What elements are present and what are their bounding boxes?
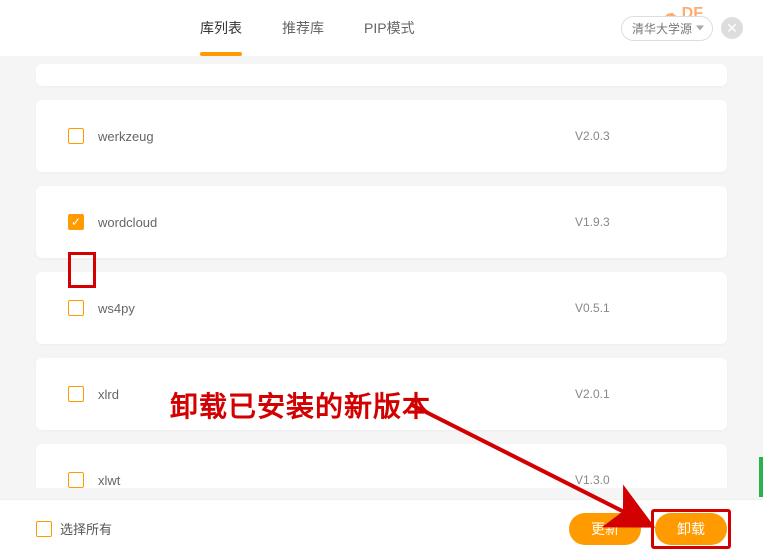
library-name: werkzeug xyxy=(98,129,575,144)
checkbox[interactable] xyxy=(68,128,84,144)
library-version: V0.5.1 xyxy=(575,301,695,315)
library-version: V1.3.0 xyxy=(575,473,695,487)
library-name: ws4py xyxy=(98,301,575,316)
library-name: xlwt xyxy=(98,473,575,488)
list-item: werkzeug V2.0.3 xyxy=(36,100,727,172)
checkbox[interactable] xyxy=(68,214,84,230)
library-version: V1.9.3 xyxy=(575,215,695,229)
tab-pip-mode[interactable]: PIP模式 xyxy=(364,0,415,56)
uninstall-button[interactable]: 卸载 xyxy=(655,513,727,545)
decorative-edge xyxy=(759,457,763,497)
select-all-label: 选择所有 xyxy=(60,519,555,538)
checkbox[interactable] xyxy=(68,472,84,488)
update-button[interactable]: 更新 xyxy=(569,513,641,545)
library-name: xlrd xyxy=(98,387,575,402)
tabs: 库列表 推荐库 PIP模式 xyxy=(200,0,415,56)
source-select[interactable]: 清华大学源 xyxy=(621,16,713,41)
tab-recommended[interactable]: 推荐库 xyxy=(282,0,324,56)
checkbox[interactable] xyxy=(68,386,84,402)
library-version: V2.0.1 xyxy=(575,387,695,401)
library-version: V2.0.3 xyxy=(575,129,695,143)
list-item: ws4py V0.5.1 xyxy=(36,272,727,344)
header: 库列表 推荐库 PIP模式 ☁ DF 清华大学源 ✕ xyxy=(0,0,763,56)
footer: 选择所有 更新 卸载 xyxy=(0,499,763,557)
close-icon[interactable]: ✕ xyxy=(721,17,743,39)
library-list: werkzeug V2.0.3 wordcloud V1.9.3 ws4py V… xyxy=(0,56,763,488)
tab-library-list[interactable]: 库列表 xyxy=(200,0,242,56)
select-all-checkbox[interactable] xyxy=(36,521,52,537)
checkbox[interactable] xyxy=(68,300,84,316)
library-name: wordcloud xyxy=(98,215,575,230)
list-item: wordcloud V1.9.3 xyxy=(36,186,727,258)
list-item-partial xyxy=(36,64,727,86)
list-item: xlwt V1.3.0 xyxy=(36,444,727,488)
list-item: xlrd V2.0.1 xyxy=(36,358,727,430)
